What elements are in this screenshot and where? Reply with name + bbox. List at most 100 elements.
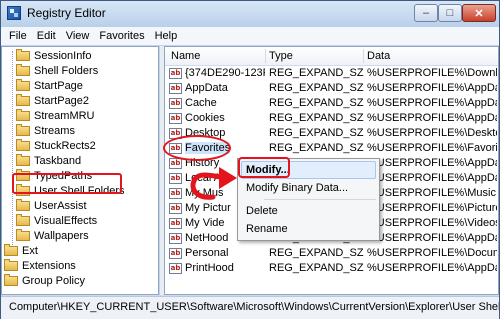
value-data: %USERPROFILE%\Pictures: [367, 202, 497, 214]
value-data: %USERPROFILE%\Desktop: [367, 127, 497, 139]
value-data: %USERPROFILE%\Music: [367, 187, 496, 199]
value-type: REG_EXPAND_SZ: [269, 112, 364, 124]
value-data: %USERPROFILE%\AppDat: [367, 262, 497, 274]
menu-view[interactable]: View: [61, 30, 95, 42]
registry-editor-icon: [7, 6, 21, 20]
folder-icon: [16, 93, 30, 106]
column-divider[interactable]: [363, 49, 364, 63]
value-data: %USERPROFILE%\Favorite: [367, 142, 497, 154]
string-value-icon: ab: [169, 172, 182, 184]
close-button[interactable]: ✕: [462, 4, 496, 22]
tree-item-taskband[interactable]: Taskband: [16, 153, 81, 168]
tree-item-userassist[interactable]: UserAssist: [16, 198, 87, 213]
folder-icon: [16, 153, 30, 166]
tree-item-ext[interactable]: Ext: [4, 243, 38, 258]
context-menu-modify-binary[interactable]: Modify Binary Data...: [246, 182, 348, 194]
tree-item-label: Ext: [22, 244, 38, 257]
table-row[interactable]: ab Personal REG_EXPAND_SZ %USERPROFILE%\D…: [165, 246, 498, 261]
context-menu-rename[interactable]: Rename: [246, 223, 288, 235]
string-value-icon: ab: [169, 232, 182, 244]
value-name: {374DE290-123F...: [185, 67, 265, 79]
tree-item-label: VisualEffects: [34, 214, 98, 227]
tree-item-label: Extensions: [22, 259, 76, 272]
status-bar: Computer\HKEY_CURRENT_USER\Software\Micr…: [1, 296, 499, 319]
string-value-icon: ab: [169, 97, 182, 109]
menu-help[interactable]: Help: [150, 30, 183, 42]
folder-icon: [16, 198, 30, 211]
table-row[interactable]: ab Cache REG_EXPAND_SZ %USERPROFILE%\AppD…: [165, 96, 498, 111]
value-data: %USERPROFILE%\AppDat: [367, 112, 497, 124]
tree-item-label: Group Policy: [22, 274, 85, 287]
folder-icon: [16, 78, 30, 91]
tree-item-label: UserAssist: [34, 199, 87, 212]
tree-item-label: StartPage2: [34, 94, 90, 107]
value-name: PrintHood: [185, 262, 234, 274]
menu-file[interactable]: File: [1, 30, 32, 42]
registry-editor-window: Registry Editor – □ ✕ File Edit View Fav…: [0, 0, 500, 319]
tree-item-label: StartPage: [34, 79, 83, 92]
window-title: Registry Editor: [27, 6, 106, 20]
value-type: REG_EXPAND_SZ: [269, 82, 364, 94]
context-menu-delete[interactable]: Delete: [246, 205, 278, 217]
folder-icon: [16, 123, 30, 136]
column-type[interactable]: Type: [269, 50, 293, 62]
folder-icon: [16, 108, 30, 121]
red-arrow-icon: [190, 167, 237, 200]
table-row[interactable]: ab PrintHood REG_EXPAND_SZ %USERPROFILE%\…: [165, 261, 498, 276]
tree-item-shell-folders[interactable]: Shell Folders: [16, 63, 98, 78]
column-data[interactable]: Data: [367, 50, 390, 62]
value-data: %USERPROFILE%\AppDat: [367, 157, 497, 169]
menu-bar: File Edit View Favorites Help: [1, 27, 499, 46]
tree-item-startpage2[interactable]: StartPage2: [16, 93, 89, 108]
folder-icon: [16, 63, 30, 76]
tree-item-label: SessionInfo: [34, 49, 92, 62]
string-value-icon: ab: [169, 112, 182, 124]
minimize-button[interactable]: –: [414, 4, 438, 22]
tree-item-label: StreamMRU: [34, 109, 95, 122]
tree-item-sessioninfo[interactable]: SessionInfo: [16, 48, 91, 63]
registry-path: Computer\HKEY_CURRENT_USER\Software\Micr…: [9, 301, 499, 313]
value-type: REG_EXPAND_SZ: [269, 262, 364, 274]
column-name[interactable]: Name: [171, 50, 200, 62]
tree-item-extensions[interactable]: Extensions: [4, 258, 76, 273]
maximize-button[interactable]: □: [438, 4, 462, 22]
tree-item-label: Taskband: [34, 154, 82, 167]
string-value-icon: ab: [169, 187, 182, 199]
tree-item-stuckrects2[interactable]: StuckRects2: [16, 138, 96, 153]
value-data: %USERPROFILE%\AppDat: [367, 172, 497, 184]
tree-item-startpage[interactable]: StartPage: [16, 78, 83, 93]
tree-item-label: Streams: [34, 124, 75, 137]
tree-item-group-policy[interactable]: Group Policy: [4, 273, 85, 288]
column-divider[interactable]: [265, 49, 266, 63]
folder-icon: [4, 258, 18, 271]
string-value-icon: ab: [169, 67, 182, 79]
folder-icon: [4, 273, 18, 286]
menu-favorites[interactable]: Favorites: [94, 30, 149, 42]
folder-icon: [16, 48, 30, 61]
table-row[interactable]: ab{374DE290-123F... REG_EXPAND_SZ %USERP…: [165, 66, 498, 81]
menu-edit[interactable]: Edit: [32, 30, 61, 42]
value-data: %USERPROFILE%\AppDat: [367, 232, 497, 244]
registry-tree[interactable]: SessionInfo Shell Folders StartPage Star…: [1, 46, 159, 295]
table-row[interactable]: ab AppData REG_EXPAND_SZ %USERPROFILE%\Ap…: [165, 81, 498, 96]
highlight-modify: [238, 157, 290, 178]
value-type: REG_EXPAND_SZ: [269, 142, 364, 154]
value-name: Personal: [185, 247, 229, 259]
table-row[interactable]: ab Cookies REG_EXPAND_SZ %USERPROFILE%\Ap…: [165, 111, 498, 126]
folder-icon: [16, 228, 30, 241]
string-value-icon: ab: [169, 247, 182, 259]
tree-item-visualeffects[interactable]: VisualEffects: [16, 213, 97, 228]
value-data: %USERPROFILE%\Docum: [367, 247, 497, 259]
value-name: My Vide: [185, 217, 225, 229]
title-bar[interactable]: Registry Editor – □ ✕: [1, 1, 499, 27]
tree-item-streammru[interactable]: StreamMRU: [16, 108, 95, 123]
value-type: REG_EXPAND_SZ: [269, 97, 364, 109]
tree-item-streams[interactable]: Streams: [16, 123, 75, 138]
tree-connector-line: [12, 51, 13, 247]
value-data: %USERPROFILE%\Downlo: [367, 67, 497, 79]
value-data: %USERPROFILE%\AppDat: [367, 97, 497, 109]
string-value-icon: ab: [169, 202, 182, 214]
tree-item-wallpapers[interactable]: Wallpapers: [16, 228, 89, 243]
highlight-favorites: [163, 135, 231, 161]
value-type: REG_EXPAND_SZ: [269, 127, 364, 139]
